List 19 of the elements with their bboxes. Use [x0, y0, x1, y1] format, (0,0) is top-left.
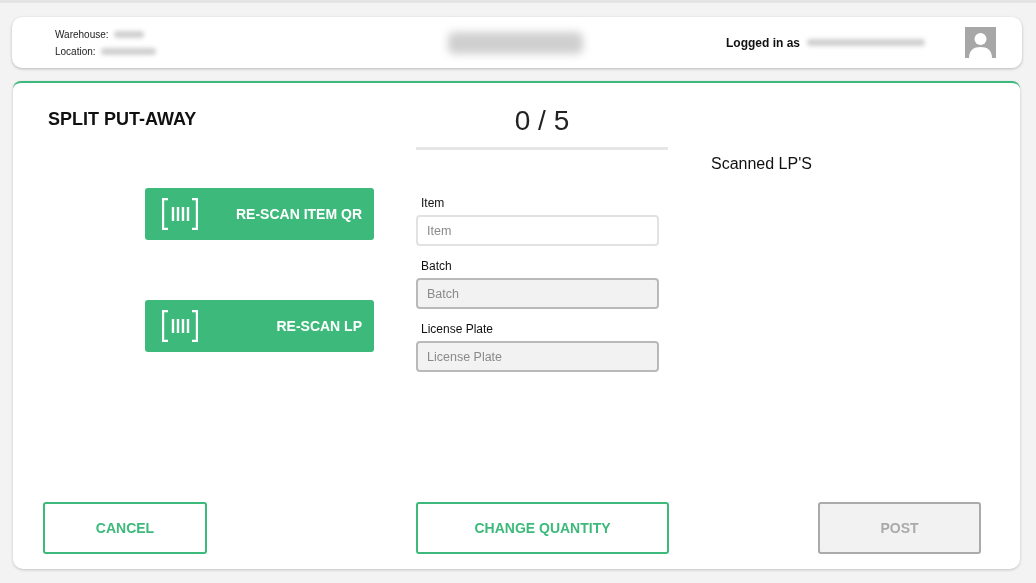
- redacted-text: [113, 30, 144, 38]
- rescan-button[interactable]: RE-SCAN ITEM QR: [145, 188, 374, 240]
- location-label: Location:: [55, 45, 96, 57]
- scanned-list-title: Scanned LP'S: [711, 155, 813, 173]
- barcode-scan-icon: [162, 310, 198, 342]
- progress-counter: 0 / 5: [416, 105, 668, 150]
- input-field[interactable]: Item: [416, 215, 659, 246]
- rescan-button[interactable]: RE-SCAN LP: [145, 300, 374, 352]
- page-title: SPLIT PUT-AWAY: [48, 109, 198, 130]
- warehouse-label: Warehouse:: [55, 28, 109, 40]
- field-label: Batch: [421, 259, 453, 273]
- redacted-text: [100, 47, 156, 55]
- barcode-scan-icon: [162, 198, 198, 230]
- logged-in-label: Logged in as: [726, 35, 800, 50]
- field-label: Item: [421, 196, 446, 210]
- action-button[interactable]: CHANGE QUANTITY: [416, 502, 669, 554]
- avatar-icon[interactable]: [965, 27, 996, 58]
- field-label: License Plate: [421, 322, 495, 336]
- action-button[interactable]: CANCEL: [43, 502, 207, 554]
